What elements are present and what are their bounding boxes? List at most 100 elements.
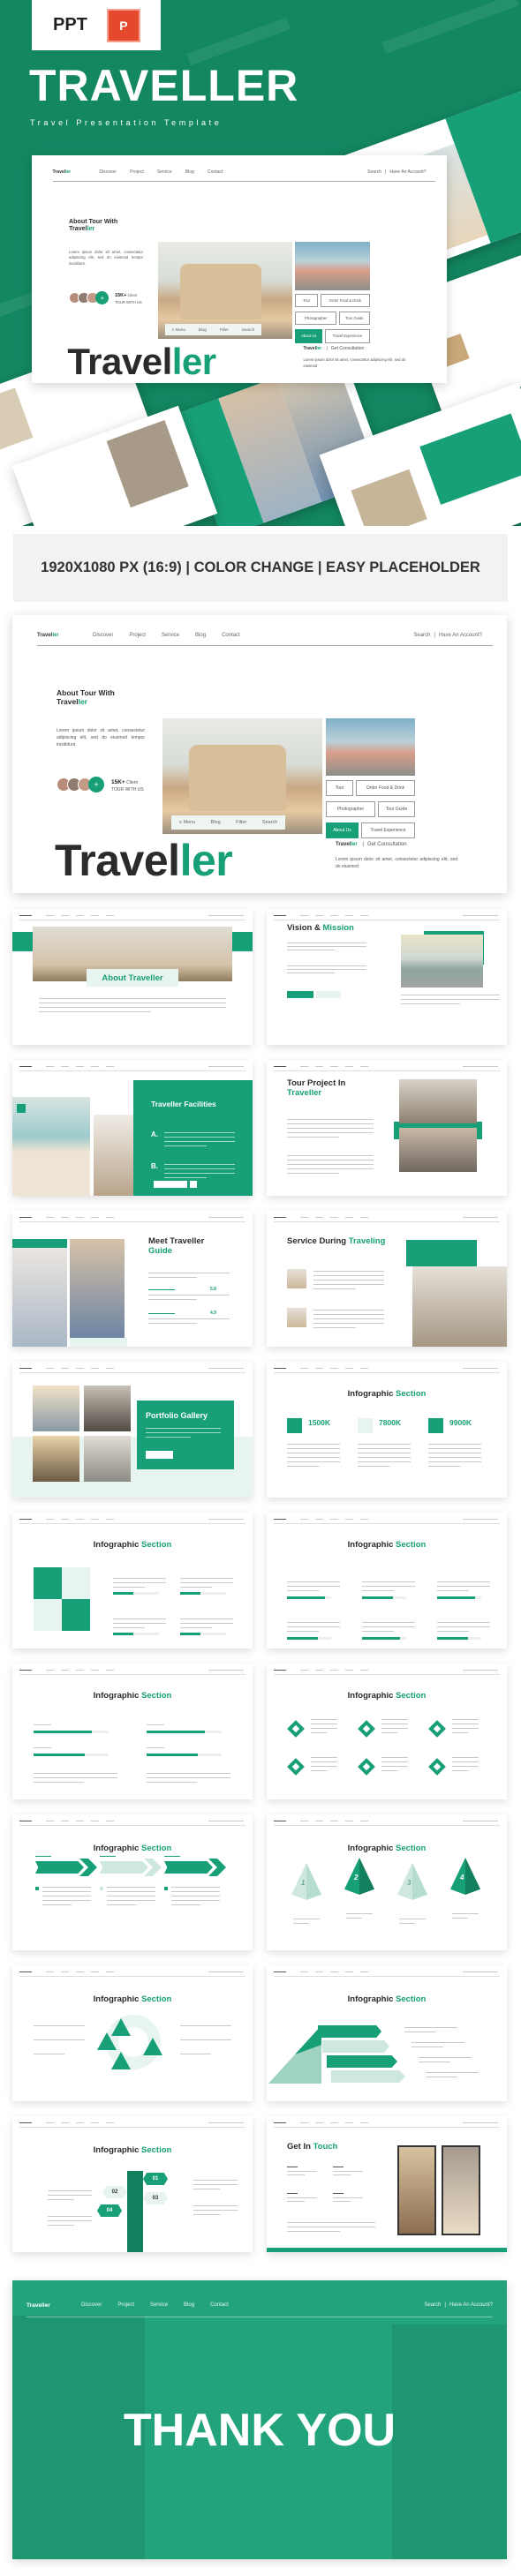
tag-button-photographer[interactable]: Photographer xyxy=(326,801,375,817)
photo-menu-item[interactable]: Search xyxy=(242,327,255,332)
van-photo xyxy=(401,935,483,988)
text-line xyxy=(107,1887,155,1889)
plus-button[interactable]: + xyxy=(95,290,109,304)
nav-item-contact[interactable]: Contact xyxy=(210,2302,229,2308)
nav-item-discover[interactable]: Discover xyxy=(81,2302,102,2308)
tag-button-about-us[interactable]: About Us xyxy=(295,329,323,343)
nav-item-project[interactable]: Project xyxy=(130,169,144,175)
nav-item-project[interactable]: Project xyxy=(129,633,146,638)
mini-nav-item xyxy=(315,1670,323,1671)
consult-label[interactable]: Get Consultation xyxy=(331,346,364,351)
photo-menu-item[interactable]: Blog xyxy=(199,327,207,332)
slide-thumb-puzzle[interactable]: Infographic Section xyxy=(12,1513,253,1648)
text-line xyxy=(148,1295,230,1296)
stat-icon xyxy=(428,1418,443,1433)
slide-thumb-diamonds[interactable]: Infographic Section xyxy=(267,1664,507,1799)
slide-thumb-arrows[interactable]: Infographic Section xyxy=(12,1814,253,1950)
slide-thumb-guide[interactable]: Meet Traveller Guide 5.8 4.9 xyxy=(12,1211,253,1347)
text-line xyxy=(287,2174,306,2176)
tag-button-travel-experience[interactable]: Travel Experience xyxy=(361,822,415,838)
view-all-button[interactable] xyxy=(154,1181,187,1188)
nav-item-blog[interactable]: Blog xyxy=(195,633,206,638)
plus-button[interactable]: + xyxy=(88,777,104,792)
account-link[interactable]: Have An Account? xyxy=(389,169,426,175)
mini-nav-item xyxy=(106,1971,114,1973)
slide-thumb-vision[interactable]: Vision & Mission xyxy=(267,909,507,1045)
photo-menu-item[interactable]: Filter xyxy=(220,327,229,332)
slide-thumb-portfolio[interactable]: Portfolio Gallery xyxy=(12,1362,253,1498)
text-line xyxy=(381,1757,408,1759)
photo-menu-item[interactable]: ≡ Menu xyxy=(172,327,186,332)
text-line xyxy=(452,1719,479,1721)
nav-item-service[interactable]: Service xyxy=(150,2302,168,2308)
learn-more-button[interactable] xyxy=(287,991,313,998)
tag-button-order-food-drink[interactable]: Order Food & Drink xyxy=(320,294,371,308)
mini-nav-item xyxy=(76,1519,84,1521)
slide-thumb-about[interactable]: About Traveller xyxy=(12,909,253,1045)
nav-item-discover[interactable]: Discover xyxy=(99,169,117,175)
slide-thumb-pyramids[interactable]: Infographic Section 1 2 3 4 xyxy=(267,1814,507,1950)
tag-button-tour-guide[interactable]: Tour Guide xyxy=(338,312,371,326)
tag-button-order-food-drink[interactable]: Order Food & Drink xyxy=(356,780,415,796)
tag-button-tour[interactable]: Tour xyxy=(326,780,353,796)
slide-thumb-service[interactable]: Service During Traveling xyxy=(267,1211,507,1347)
mini-brand xyxy=(19,1971,32,1973)
text-line xyxy=(171,1891,220,1893)
slide-thumb-touch[interactable]: Get In Touch xyxy=(267,2116,507,2252)
tag-button-about-us[interactable]: About Us xyxy=(326,822,359,838)
next-arrow-button[interactable] xyxy=(190,1181,197,1188)
text-line xyxy=(452,1732,468,1734)
photo-menu-item[interactable]: Filter xyxy=(236,820,246,825)
photo-menu-item[interactable]: Search xyxy=(262,820,277,825)
slide-thumb-facilities[interactable]: Traveller Facilities A. B. xyxy=(12,1060,253,1196)
consult-label[interactable]: Get Consultation xyxy=(367,842,407,847)
mini-brand xyxy=(19,1066,32,1068)
tag-button-tour-guide[interactable]: Tour Guide xyxy=(378,801,415,817)
search-link[interactable]: Search xyxy=(424,2302,441,2308)
text-line xyxy=(193,2214,220,2216)
nav-item-contact[interactable]: Contact xyxy=(208,169,223,175)
nav-item-service[interactable]: Service xyxy=(162,633,179,638)
clients-sub: TOUR WITH US xyxy=(111,786,144,792)
photo-menu-item[interactable]: ≡ Menu xyxy=(179,820,196,825)
mini-nav-item xyxy=(91,2122,99,2124)
tag-button-travel-experience[interactable]: Travel Experience xyxy=(324,329,371,343)
text-line xyxy=(311,1766,337,1768)
mini-nav-divider xyxy=(19,1523,245,1525)
slide-thumb-bars4[interactable]: Infographic Section xyxy=(12,1664,253,1799)
slide-thumb-signpost[interactable]: Infographic Section 01 02 03 04 xyxy=(12,2116,253,2252)
mini-nav-divider xyxy=(274,1070,500,1072)
puzzle-piece xyxy=(34,1567,62,1599)
step-title xyxy=(100,1856,116,1858)
nav-item-service[interactable]: Service xyxy=(157,169,172,175)
tag-button-tour[interactable]: Tour xyxy=(295,294,319,308)
view-more-button[interactable] xyxy=(146,1451,173,1459)
search-link[interactable]: Search xyxy=(413,633,430,638)
slide-thumb-stats[interactable]: Infographic Section 1500K 7800K 9900K xyxy=(267,1362,507,1498)
search-link[interactable]: Search xyxy=(367,169,381,175)
slide-thumb-cycle[interactable]: Infographic Section xyxy=(12,1965,253,2101)
text-line xyxy=(287,2197,317,2199)
slide-thumb-tour[interactable]: Tour Project In Traveller xyxy=(267,1060,507,1196)
text-line xyxy=(287,1128,374,1130)
about-text: Lorem ipsum dolor sit amet, consectetur … xyxy=(69,249,143,267)
nav-item-contact[interactable]: Contact xyxy=(222,633,240,638)
text-line xyxy=(107,1904,136,1906)
progress-fill xyxy=(287,1637,318,1640)
read-more-button[interactable] xyxy=(316,991,341,998)
tag-button-photographer[interactable]: Photographer xyxy=(295,312,337,326)
nav-item-project[interactable]: Project xyxy=(117,2302,134,2308)
mini-nav-item xyxy=(315,915,323,917)
slide-thumb-bars6[interactable]: Infographic Section xyxy=(267,1513,507,1648)
service-box xyxy=(406,1240,477,1266)
slide-thumb-stack[interactable]: Infographic Section01020304 xyxy=(267,1965,507,2101)
brand-logo: Traveller xyxy=(26,2302,50,2309)
photo-menu-item[interactable]: Blog xyxy=(211,820,221,825)
mini-nav-divider xyxy=(274,1372,500,1374)
nav-item-blog[interactable]: Blog xyxy=(184,2302,194,2308)
account-link[interactable]: Have An Account? xyxy=(439,633,482,638)
nav-item-blog[interactable]: Blog xyxy=(185,169,194,175)
nav-item-discover[interactable]: Discover xyxy=(93,633,113,638)
account-link[interactable]: Have An Account? xyxy=(449,2302,493,2308)
mini-nav-item xyxy=(106,2122,114,2124)
